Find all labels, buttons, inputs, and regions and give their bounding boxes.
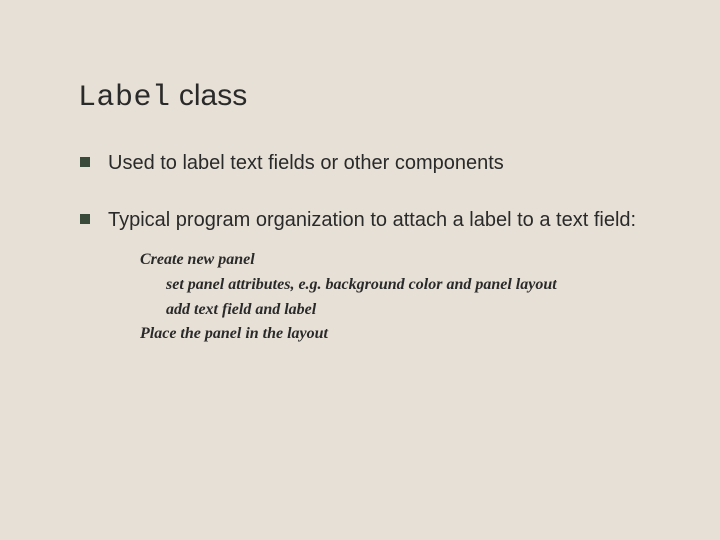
slide-title: Label class (78, 78, 660, 116)
slide: Label class Used to label text fields or… (0, 0, 720, 540)
bullet-item: Typical program organization to attach a… (78, 207, 660, 347)
step-line: Create new panel (140, 248, 660, 273)
bullet-item: Used to label text fields or other compo… (78, 150, 660, 177)
step-line: add text field and label (140, 298, 660, 323)
title-rest: class (171, 79, 248, 112)
bullet-text: Typical program organization to attach a… (108, 209, 636, 231)
step-line: set panel attributes, e.g. background co… (140, 273, 660, 298)
title-code: Label (78, 81, 171, 115)
bullet-list: Used to label text fields or other compo… (78, 150, 660, 347)
step-line: Place the panel in the layout (140, 322, 660, 347)
steps-block: Create new panel set panel attributes, e… (108, 248, 660, 347)
bullet-text: Used to label text fields or other compo… (108, 152, 504, 174)
